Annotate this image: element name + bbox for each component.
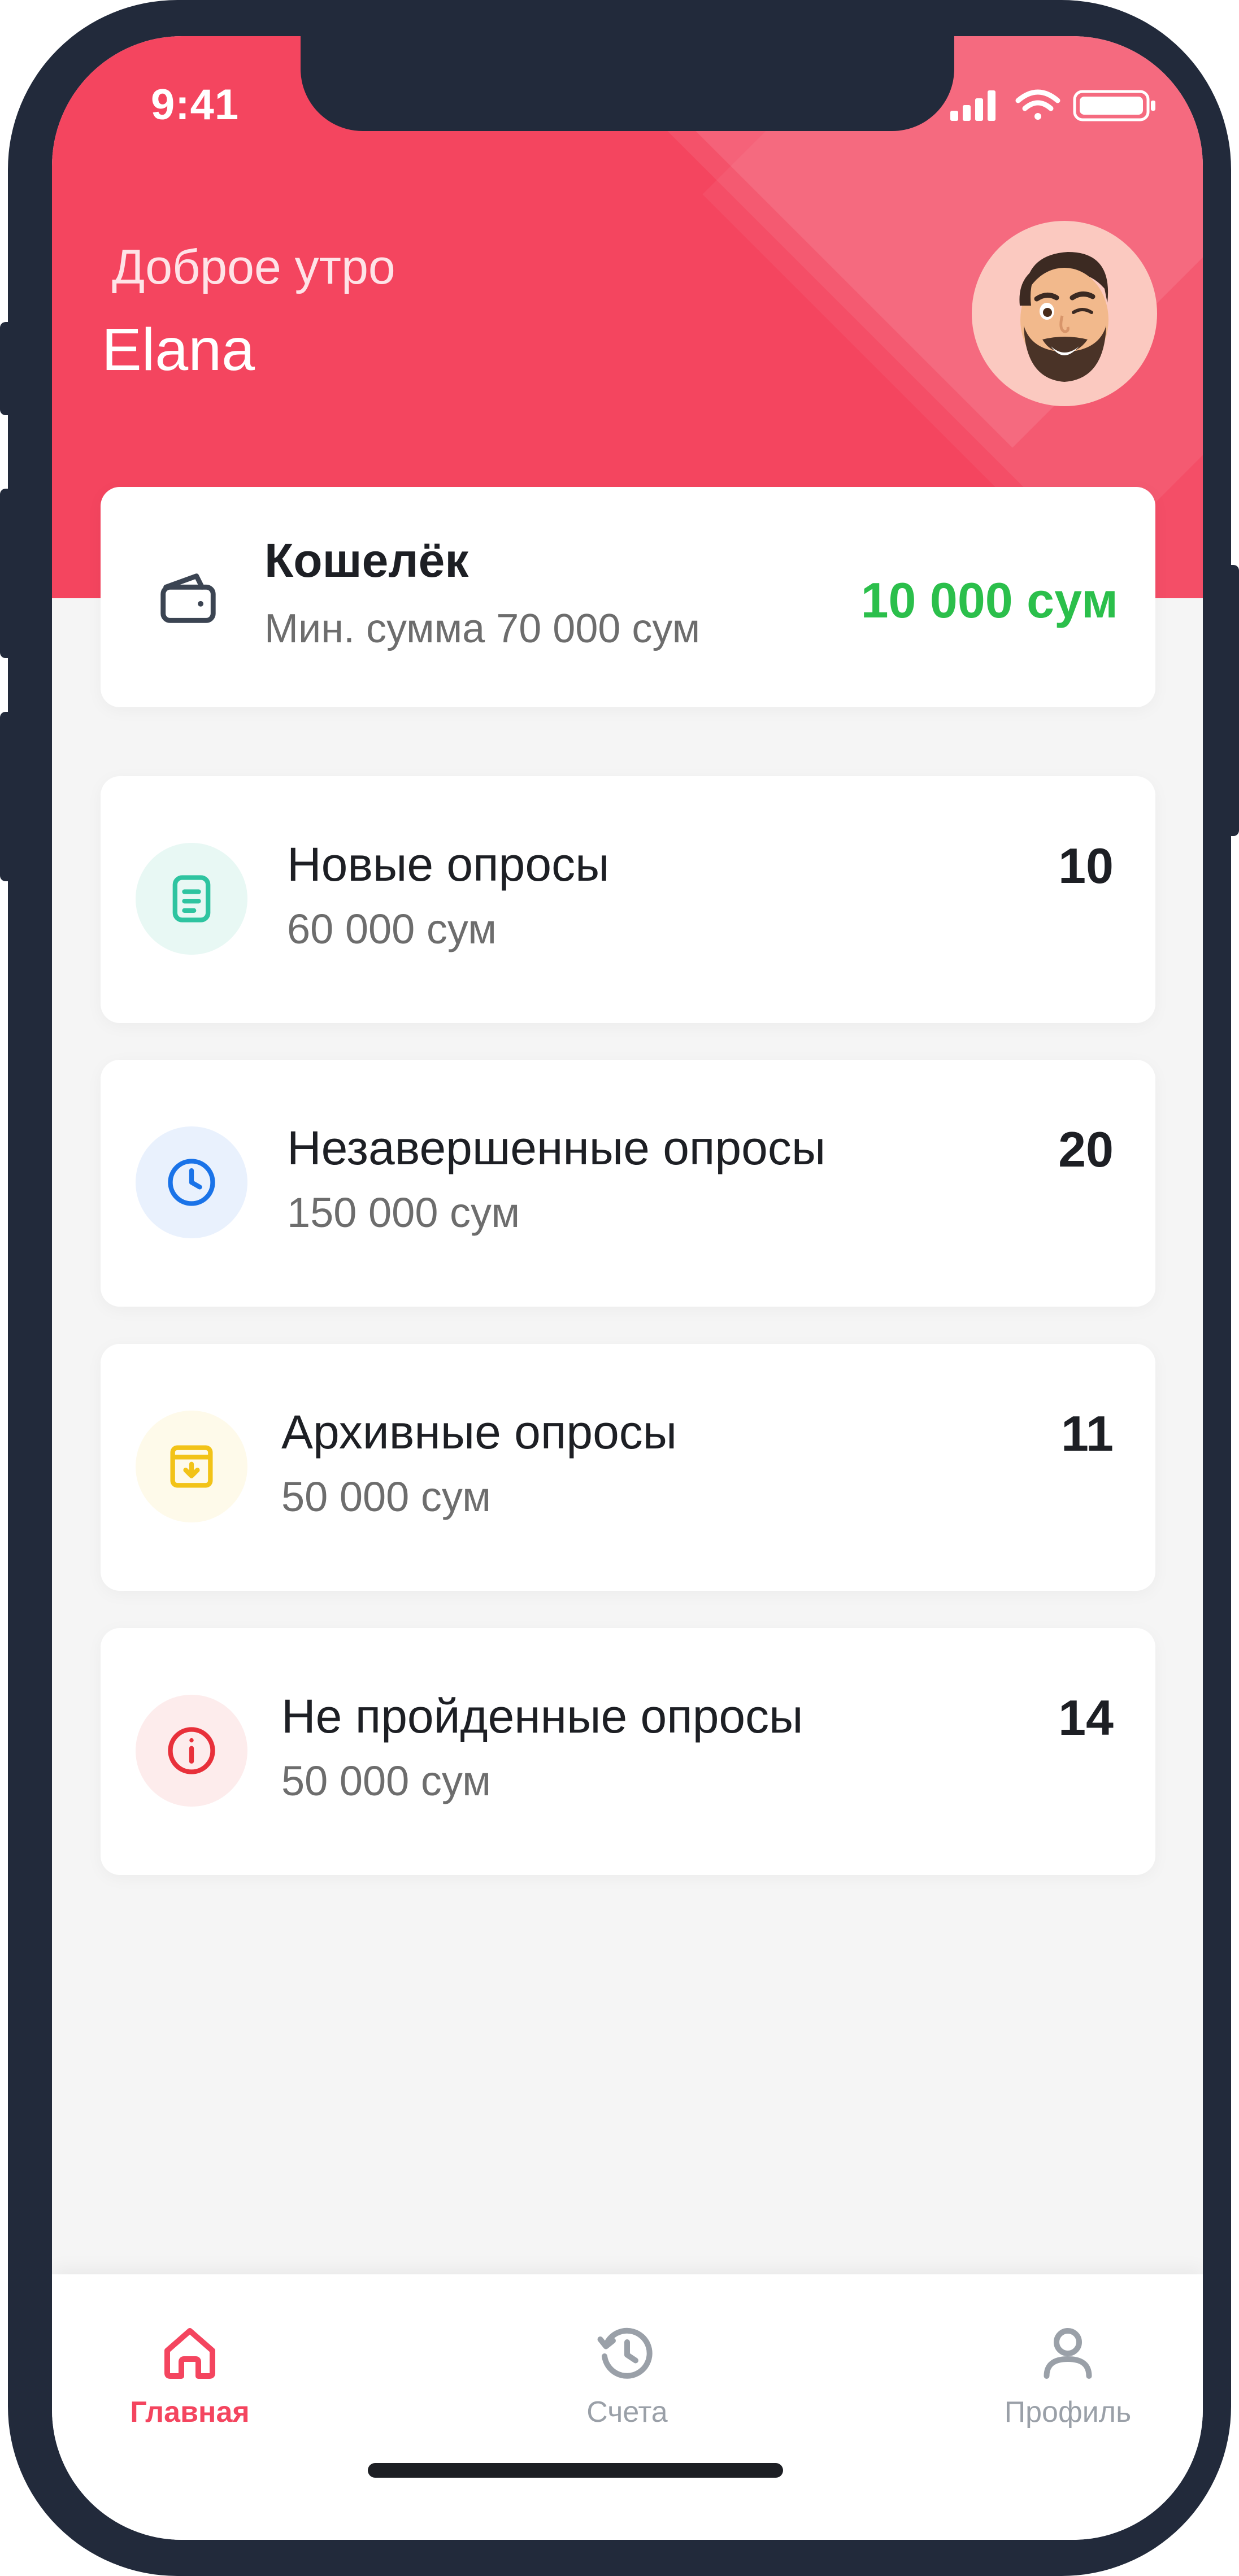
wifi-icon [1015,89,1060,120]
notch [301,36,954,131]
survey-amount: 50 000 сум [281,1473,491,1520]
nav-label-accounts: Счета [586,2396,668,2429]
avatar[interactable] [972,221,1157,406]
survey-card-unfinished[interactable]: Незавершенные опросы 150 000 сум 20 [101,1060,1155,1307]
survey-count: 20 [1058,1121,1114,1177]
info-icon [168,1727,215,1774]
icon-circle [136,1695,247,1807]
nav-item-home[interactable]: Главная [88,2320,292,2429]
survey-count: 10 [1058,838,1114,894]
document-icon [172,875,211,923]
greeting-text: Доброе утро [112,240,395,294]
survey-title: Незавершенные опросы [287,1121,826,1174]
clock-icon [168,1159,215,1206]
wallet-title: Кошелёк [264,534,469,587]
survey-title: Не пройденные опросы [281,1690,803,1743]
icon-circle [136,843,247,955]
survey-title: Архивные опросы [281,1406,677,1459]
icon-circle [136,1126,247,1238]
phone-frame: 9:41 Доброе утро Elana Кошелёк Мин. сумм… [8,0,1231,2576]
history-icon [597,2327,653,2379]
wallet-balance: 10 000 сум [860,572,1118,628]
cellular-signal-icon [950,90,995,121]
survey-card-new[interactable]: Новые опросы 60 000 сум 10 [101,776,1155,1023]
icon-circle [136,1411,247,1522]
nav-label-profile: Профиль [1004,2396,1132,2429]
wallet-icon [160,573,216,623]
wallet-min-amount: Мин. сумма 70 000 сум [264,606,701,651]
survey-amount: 150 000 сум [287,1189,520,1236]
nav-item-accounts[interactable]: Счета [525,2320,729,2429]
survey-amount: 60 000 сум [287,906,497,952]
status-icons [950,89,1155,121]
bottom-nav: Главная Счета Профиль [52,2274,1203,2540]
archive-icon [170,1445,213,1488]
home-indicator [368,2463,783,2478]
status-time: 9:41 [151,81,240,129]
home-icon [164,2328,215,2379]
nav-label-home: Главная [130,2396,250,2429]
app-screen: 9:41 Доброе утро Elana Кошелёк Мин. сумм… [52,36,1203,2540]
survey-amount: 50 000 сум [281,1757,491,1804]
user-name: Elana [102,316,255,383]
wallet-card[interactable]: Кошелёк Мин. сумма 70 000 сум 10 000 сум [101,487,1155,707]
avatar-memoji-image [1019,252,1108,382]
user-icon [1044,2328,1092,2379]
survey-count: 14 [1058,1690,1114,1746]
nav-item-profile[interactable]: Профиль [966,2320,1170,2429]
survey-count: 11 [1060,1406,1114,1461]
battery-icon [1073,90,1155,121]
survey-card-archived[interactable]: Архивные опросы 50 000 сум 11 [101,1344,1155,1591]
survey-title: Новые опросы [287,838,610,891]
survey-card-failed[interactable]: Не пройденные опросы 50 000 сум 14 [101,1628,1155,1875]
